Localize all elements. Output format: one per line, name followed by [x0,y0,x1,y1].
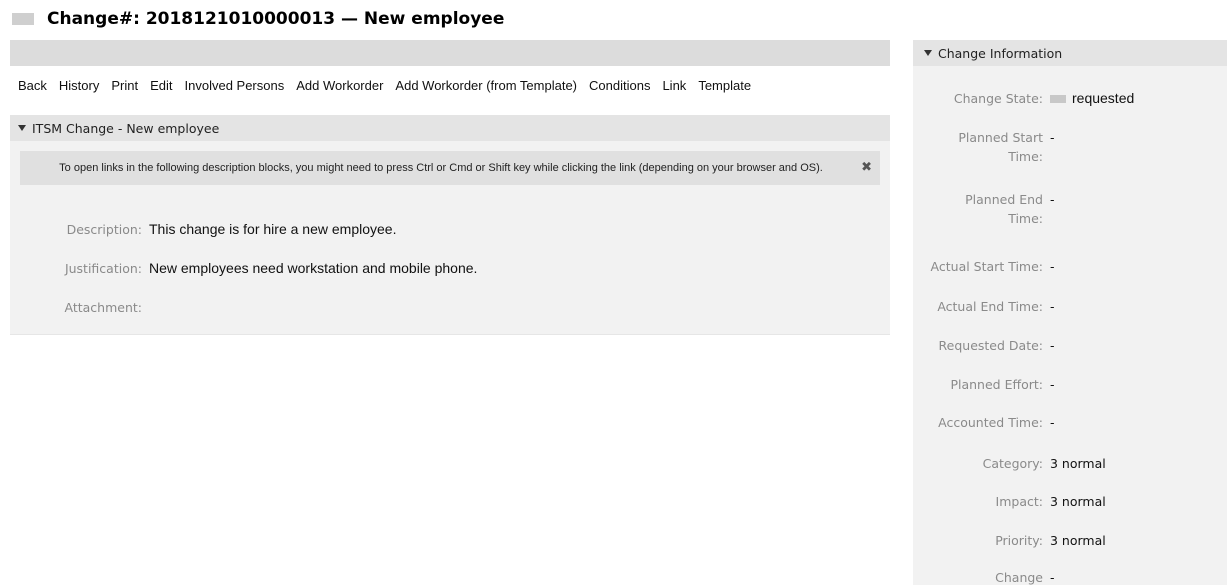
links-notice-text: To open links in the following descripti… [59,162,823,174]
justification-row: Justification: New employees need workst… [10,258,890,278]
info-label: Priority: [995,533,1043,548]
description-value: This change is for hire a new employee. [149,221,397,237]
info-row-planned-effort: Planned Effort: - [913,375,1227,394]
action-add-workorder[interactable]: Add Workorder [290,78,389,93]
info-row-change-state: Change State: requested [913,89,1227,108]
collapse-triangle-icon[interactable] [18,125,26,131]
info-value: - [1050,570,1055,585]
change-details-header[interactable]: ITSM Change - New employee [10,115,890,141]
info-value: 3 normal [1050,456,1106,471]
close-icon[interactable]: ✖ [861,160,872,175]
change-state-label: Change State: [953,91,1043,106]
action-conditions[interactable]: Conditions [583,78,656,93]
action-add-workorder-from-template[interactable]: Add Workorder (from Template) [389,78,583,93]
info-row-actual-start-time: Actual Start Time: - [913,257,1227,276]
info-value: - [1050,130,1055,145]
info-value: - [1050,338,1055,353]
action-print[interactable]: Print [105,78,144,93]
action-toolbar-strip [10,40,890,66]
attachment-label: Attachment: [64,299,143,315]
action-involved-persons[interactable]: Involved Persons [179,78,291,93]
info-label: Category: [982,456,1043,471]
action-edit[interactable]: Edit [144,78,178,93]
links-notice: To open links in the following descripti… [20,151,880,185]
state-color-swatch [1050,94,1066,103]
change-information-title: Change Information [938,45,1063,61]
info-value: 3 normal [1050,494,1106,509]
action-template[interactable]: Template [692,78,757,93]
info-value: - [1050,377,1055,392]
info-row-planned-end-time: Planned End Time: - [913,190,1227,228]
info-value: - [1050,192,1055,207]
info-value: - [1050,259,1055,274]
info-label: Accounted Time: [938,415,1043,430]
page-title: Change#: 2018121010000013 — New employee [47,9,505,29]
info-row-change: Change - [913,568,1227,587]
change-information-header[interactable]: Change Information [913,40,1227,66]
description-row: Description: This change is for hire a n… [10,219,890,239]
info-label: Planned Effort: [950,377,1043,392]
change-state-text: requested [1072,90,1135,106]
info-row-actual-end-time: Actual End Time: - [913,297,1227,316]
info-value: 3 normal [1050,533,1106,548]
page-title-bar: Change#: 2018121010000013 — New employee [12,8,504,30]
action-link[interactable]: Link [656,78,692,93]
description-label: Description: [66,221,142,237]
title-color-swatch [12,13,34,25]
info-row-requested-date: Requested Date: - [913,336,1227,355]
info-label: Change [995,570,1043,585]
info-label: Actual Start Time: [930,259,1043,274]
info-label: Planned Start Time: [958,130,1043,164]
info-row-planned-start-time: Planned Start Time: - [913,128,1227,166]
info-value: - [1050,299,1055,314]
change-details-widget: ITSM Change - New employee To open links… [10,115,890,335]
info-label: Impact: [995,494,1043,509]
info-label: Actual End Time: [937,299,1043,314]
justification-label: Justification: [64,260,142,276]
change-information-widget: Change Information Change State: request… [913,40,1227,585]
info-row-impact: Impact: 3 normal [913,492,1227,511]
collapse-triangle-icon[interactable] [924,50,932,56]
justification-value: New employees need workstation and mobil… [149,260,478,276]
info-label: Requested Date: [938,338,1043,353]
action-menu: Back History Print Edit Involved Persons… [10,74,890,96]
info-value: - [1050,415,1055,430]
info-row-priority: Priority: 3 normal [913,531,1227,550]
info-row-category: Category: 3 normal [913,454,1227,473]
action-back[interactable]: Back [10,78,53,93]
change-details-title: ITSM Change - New employee [32,120,220,136]
attachment-row: Attachment: [10,297,890,317]
info-row-accounted-time: Accounted Time: - [913,413,1227,432]
change-state-value: requested [1050,89,1134,108]
info-label: Planned End Time: [965,192,1043,226]
action-history[interactable]: History [53,78,105,93]
